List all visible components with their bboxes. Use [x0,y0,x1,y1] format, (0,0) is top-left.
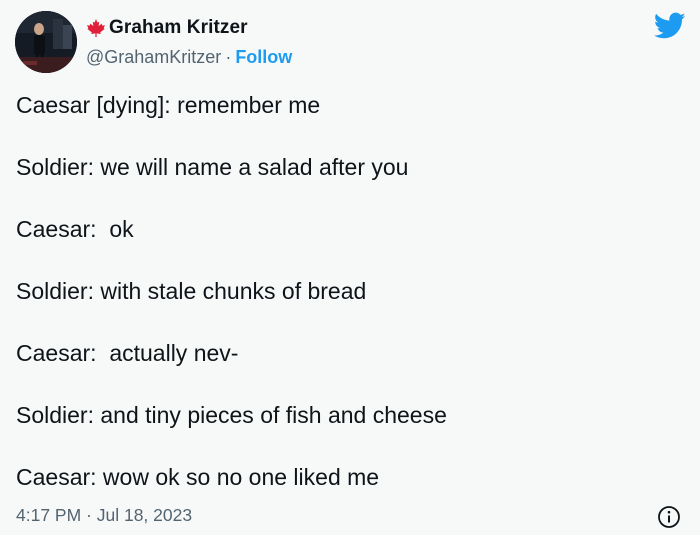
tweet-line: Caesar [dying]: remember me [16,92,321,118]
tweet-line: Caesar: wow ok so no one liked me [16,464,380,490]
author-display-name[interactable]: Graham Kritzer [109,17,248,39]
tweet-line: Caesar: actually nev- [16,340,239,366]
maple-leaf-icon [86,18,106,38]
tweet-text: Caesar [dying]: remember me Soldier: we … [16,88,686,522]
tweet-line: Soldier: we will name a salad after you [16,154,409,180]
tweet-line: Soldier: with stale chunks of bread [16,278,367,304]
tweet-line: Soldier: and tiny pieces of fish and che… [16,402,447,428]
info-icon[interactable] [657,505,681,529]
avatar[interactable] [15,11,77,73]
tweet-timestamp[interactable]: 4:17 PM · Jul 18, 2023 [16,505,192,526]
follow-button[interactable]: Follow [235,47,292,68]
avatar-photo [15,11,77,73]
author-handle-row: @GrahamKritzer · Follow [86,45,292,69]
tweet-card: Graham Kritzer @GrahamKritzer · Follow C… [0,0,700,535]
tweet-line: Caesar: ok [16,216,134,242]
separator-dot: · [225,46,232,67]
author-name-row[interactable]: Graham Kritzer [86,15,248,41]
author-handle[interactable]: @GrahamKritzer [86,47,221,68]
twitter-bird-icon[interactable] [653,12,686,40]
